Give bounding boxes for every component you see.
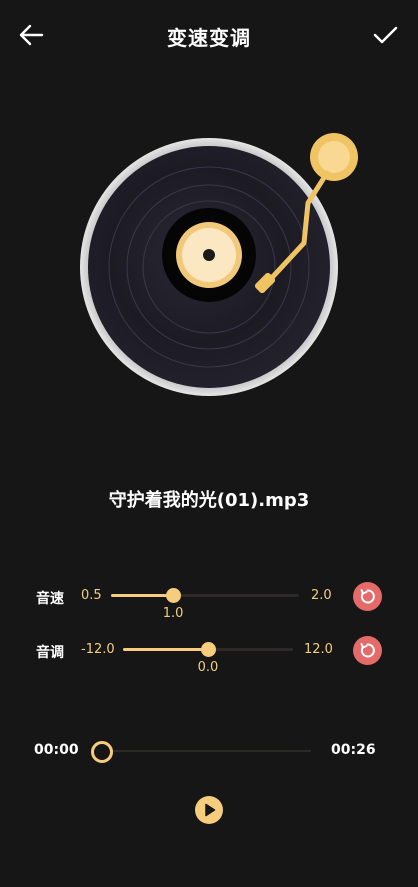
pitch-label: 音调 — [36, 645, 64, 661]
speed-slider-fill — [111, 594, 174, 597]
speed-slider[interactable] — [111, 588, 299, 603]
song-title: 守护着我的光(01).mp3 — [108, 490, 310, 511]
pitch-slider[interactable] — [123, 642, 293, 657]
speed-current-value: 1.0 — [162, 606, 184, 621]
pitch-min-value: -12.0 — [81, 642, 115, 657]
speed-slider-thumb[interactable] — [166, 588, 182, 603]
speed-min-value: 0.5 — [81, 588, 102, 603]
play-icon — [205, 803, 216, 817]
speed-control: 音速 0.5 1.0 2.0 — [0, 582, 418, 622]
speed-label: 音速 — [36, 591, 64, 607]
pitch-reset-button[interactable] — [353, 636, 382, 665]
speed-reset-button[interactable] — [353, 582, 382, 611]
pitch-slider-thumb[interactable] — [201, 642, 216, 657]
pitch-max-value: 12.0 — [304, 642, 333, 657]
speed-max-value: 2.0 — [311, 588, 332, 603]
play-button[interactable] — [195, 796, 223, 824]
current-time: 00:00 — [34, 742, 79, 758]
vinyl-record-icon — [80, 133, 358, 396]
vinyl-turntable — [72, 125, 372, 400]
pitch-slider-fill — [123, 648, 208, 651]
page-title: 变速变调 — [167, 26, 251, 50]
pitch-current-value: 0.0 — [197, 660, 219, 675]
total-time: 00:26 — [331, 742, 376, 758]
top-bar: 变速变调 — [0, 0, 418, 70]
reset-icon — [360, 643, 375, 658]
pitch-control: 音调 -12.0 0.0 12.0 — [0, 636, 418, 676]
playback-progress-bar[interactable] — [91, 741, 311, 763]
reset-icon — [360, 589, 375, 604]
confirm-button[interactable] — [370, 22, 400, 48]
playback-progress-thumb[interactable] — [91, 741, 113, 763]
check-icon — [373, 26, 398, 44]
